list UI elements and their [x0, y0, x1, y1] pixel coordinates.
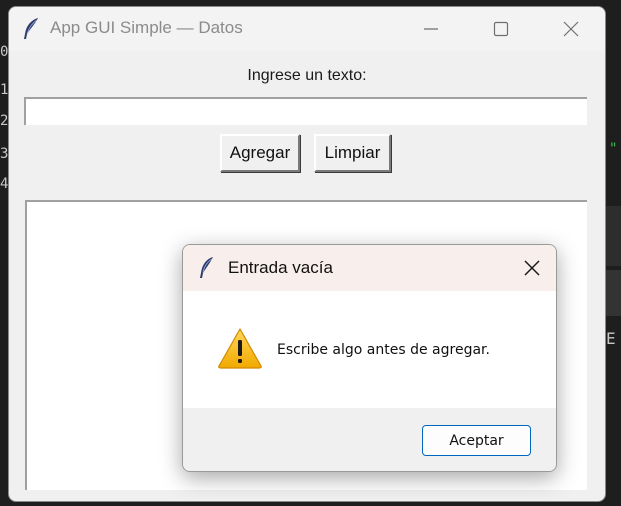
- background-code-char: ": [609, 141, 618, 157]
- background-panel: [606, 206, 621, 266]
- dialog-footer: Aceptar: [183, 408, 556, 471]
- window-titlebar[interactable]: App GUI Simple — Datos: [9, 7, 605, 51]
- accept-button[interactable]: Aceptar: [422, 425, 531, 456]
- dialog-titlebar[interactable]: Entrada vacía: [183, 245, 556, 291]
- feather-icon: [21, 17, 43, 41]
- minimize-button[interactable]: [396, 7, 466, 51]
- dialog-close-button[interactable]: [509, 245, 555, 291]
- close-icon: [524, 260, 540, 276]
- dialog-body: Escribe algo antes de agregar.: [183, 291, 556, 408]
- background-panel: [606, 270, 621, 316]
- window-title: App GUI Simple — Datos: [50, 18, 243, 37]
- feather-icon: [197, 256, 217, 280]
- add-button[interactable]: Agregar: [220, 134, 300, 172]
- dialog-message: Escribe algo antes de agregar.: [277, 342, 490, 358]
- empty-entry-dialog: Entrada vacía Escribe algo antes de agre…: [182, 244, 557, 472]
- background-code-char: E: [606, 329, 616, 348]
- close-button[interactable]: [536, 7, 605, 51]
- warning-icon: [217, 327, 263, 369]
- maximize-button[interactable]: [466, 7, 536, 51]
- close-icon: [563, 21, 579, 37]
- text-input[interactable]: [24, 97, 587, 125]
- dialog-title: Entrada vacía: [228, 258, 333, 277]
- minimize-icon: [424, 28, 438, 30]
- maximize-icon: [493, 21, 509, 37]
- clear-button[interactable]: Limpiar: [314, 134, 391, 172]
- prompt-label: Ingrese un texto:: [247, 67, 367, 84]
